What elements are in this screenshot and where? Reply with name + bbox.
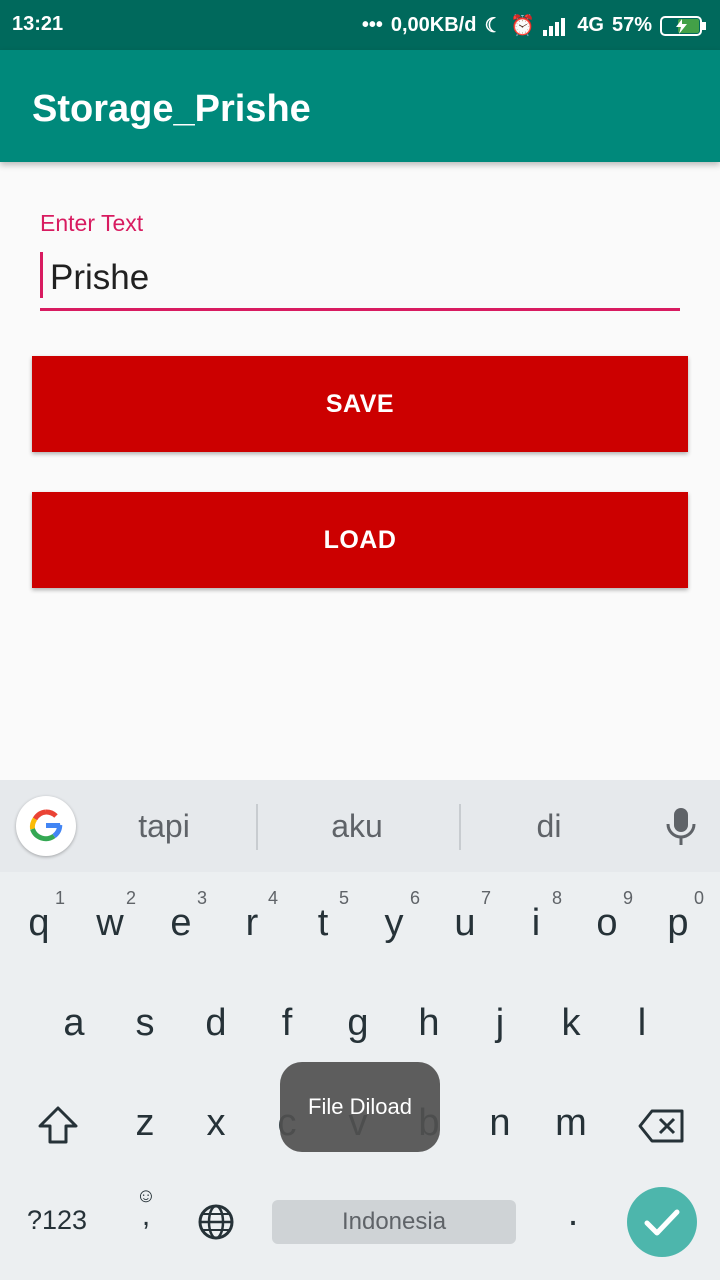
- app-bar: Storage_Prishe: [0, 50, 720, 162]
- symbols-key[interactable]: ?123: [20, 1205, 94, 1236]
- suggestion-3[interactable]: di: [469, 808, 629, 845]
- moon-icon: ☾: [484, 15, 503, 37]
- period-key[interactable]: .: [537, 1192, 609, 1235]
- key-s[interactable]: s: [109, 1002, 181, 1045]
- clock: 13:21: [12, 13, 64, 35]
- key-hint: 2: [126, 888, 137, 908]
- suggestion-bar: tapi aku di: [0, 780, 720, 872]
- enter-button[interactable]: [627, 1187, 697, 1257]
- battery-icon: [660, 15, 706, 36]
- key-hint: 8: [552, 888, 563, 908]
- save-button[interactable]: SAVE: [32, 356, 688, 452]
- shift-icon[interactable]: [36, 1104, 80, 1146]
- signal-icon: [543, 17, 566, 36]
- key-hint: 0: [694, 888, 705, 908]
- key-g[interactable]: g: [322, 1002, 394, 1045]
- key-h[interactable]: h: [393, 1002, 465, 1045]
- battery-level: 57%: [611, 14, 652, 36]
- network-type: 4G: [577, 14, 604, 36]
- key-d[interactable]: d: [180, 1002, 252, 1045]
- more-dots-icon: •••: [361, 14, 383, 36]
- key-hint: 1: [55, 888, 66, 908]
- key-j[interactable]: j: [464, 1002, 536, 1045]
- key-hint: 4: [268, 888, 279, 908]
- key-hint: 3: [197, 888, 208, 908]
- keyboard: tapi aku di q w e r t y u i o p 1 2 3 4 …: [0, 780, 720, 1280]
- app-title: Storage_Prishe: [32, 88, 311, 130]
- key-hint: 6: [410, 888, 421, 908]
- network-speed: 0,00KB/d: [390, 14, 477, 36]
- toast-message: File Diload: [280, 1062, 440, 1152]
- key-a[interactable]: a: [38, 1002, 110, 1045]
- status-icons: ••• 0,00KB/d ☾ ⏰ 4G 57%: [362, 13, 708, 38]
- key-x[interactable]: x: [180, 1102, 252, 1145]
- comma-label: ,: [141, 1199, 151, 1232]
- key-n[interactable]: n: [464, 1102, 536, 1145]
- text-cursor: [40, 252, 43, 298]
- key-f[interactable]: f: [251, 1002, 323, 1045]
- check-icon: [644, 1209, 680, 1236]
- key-l[interactable]: l: [606, 1002, 678, 1045]
- alarm-icon: ⏰: [510, 15, 536, 37]
- key-hint: 7: [481, 888, 492, 908]
- key-z[interactable]: z: [109, 1102, 181, 1145]
- key-k[interactable]: k: [535, 1002, 607, 1045]
- microphone-icon[interactable]: [664, 806, 698, 846]
- key-hint: 9: [623, 888, 634, 908]
- input-value: Prishe: [50, 258, 150, 297]
- space-bar[interactable]: Indonesia: [272, 1200, 516, 1244]
- key-m[interactable]: m: [535, 1102, 607, 1145]
- divider: [459, 804, 461, 850]
- backspace-icon[interactable]: [638, 1108, 686, 1144]
- load-button[interactable]: LOAD: [32, 492, 688, 588]
- globe-icon[interactable]: [197, 1203, 235, 1241]
- suggestion-1[interactable]: tapi: [84, 808, 244, 845]
- input-label: Enter Text: [40, 210, 144, 236]
- key-hint: 5: [339, 888, 350, 908]
- divider: [256, 804, 258, 850]
- suggestion-2[interactable]: aku: [277, 808, 437, 845]
- status-bar: 13:21 ••• 0,00KB/d ☾ ⏰ 4G 57%: [0, 0, 720, 50]
- text-input[interactable]: Prishe: [40, 250, 680, 311]
- google-icon[interactable]: [16, 796, 76, 856]
- emoji-comma-key[interactable]: ☺ ,: [132, 1185, 160, 1232]
